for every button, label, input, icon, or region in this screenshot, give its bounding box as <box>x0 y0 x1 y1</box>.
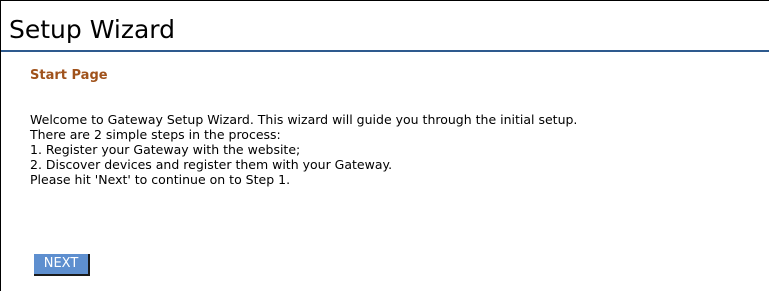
title-divider <box>1 50 769 52</box>
intro-line-continue: Please hit 'Next' to continue on to Step… <box>30 172 291 187</box>
next-button[interactable]: NEXT <box>34 254 90 276</box>
intro-line-steps: There are 2 simple steps in the process: <box>30 127 281 142</box>
intro-text: Welcome to Gateway Setup Wizard. This wi… <box>30 112 765 187</box>
page-title: Setup Wizard <box>9 15 175 44</box>
intro-line-step-2: 2. Discover devices and register them wi… <box>30 157 393 172</box>
step-heading: Start Page <box>30 68 108 83</box>
intro-line-step-1: 1. Register your Gateway with the websit… <box>30 142 301 157</box>
wizard-panel: Setup Wizard Start Page Welcome to Gatew… <box>0 0 769 291</box>
intro-line-welcome: Welcome to Gateway Setup Wizard. This wi… <box>30 112 578 127</box>
